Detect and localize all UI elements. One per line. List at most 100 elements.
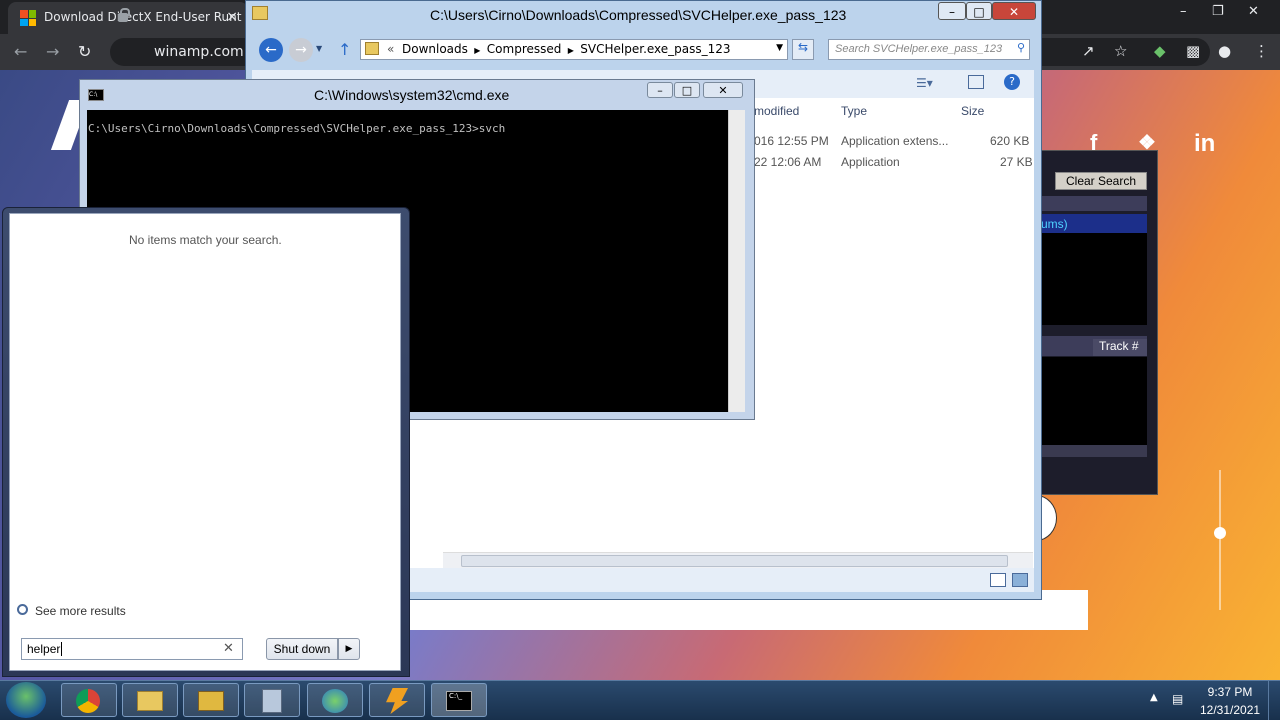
- puzzle-icon[interactable]: ▩: [1186, 42, 1200, 60]
- explorer-close-button[interactable]: ✕: [992, 2, 1036, 20]
- breadcrumb-item[interactable]: Downloads: [402, 42, 468, 56]
- refresh-icon[interactable]: ⇆: [792, 39, 814, 60]
- winamp-icon: [386, 688, 408, 714]
- track-column-header[interactable]: Track #: [1093, 339, 1147, 356]
- forward-arrow-icon[interactable]: →: [46, 42, 59, 61]
- winamp-selected-item[interactable]: ums): [1041, 214, 1147, 233]
- file-row-modified[interactable]: 22 12:06 AM: [754, 155, 821, 169]
- taskbar-chrome[interactable]: [61, 683, 117, 717]
- explorer-title: C:\Users\Cirno\Downloads\Compressed\SVCH…: [430, 7, 847, 23]
- cmd-restore-button[interactable]: □: [674, 82, 700, 98]
- site-slider-track: [1219, 470, 1221, 610]
- menu-kebab-icon[interactable]: ⋮: [1254, 42, 1269, 60]
- cmd-prompt-line: C:\Users\Cirno\Downloads\Compressed\SVCH…: [88, 122, 506, 135]
- search-icon[interactable]: ⚲: [1017, 41, 1025, 54]
- help-icon[interactable]: ?: [1004, 74, 1020, 90]
- taskbar-folder[interactable]: [122, 683, 178, 717]
- search-input[interactable]: Search SVCHelper.exe_pass_123 ⚲: [828, 39, 1030, 60]
- view-options-icon[interactable]: ☰▾: [916, 76, 933, 90]
- winamp-filter-bar: [1041, 196, 1147, 211]
- explorer-minimize-button[interactable]: –: [938, 2, 966, 20]
- no-results-message: No items match your search.: [129, 233, 282, 247]
- clear-search-button[interactable]: Clear Search: [1055, 172, 1147, 190]
- see-more-results-link[interactable]: See more results: [35, 604, 126, 618]
- start-menu-results-panel: [9, 213, 401, 671]
- recent-pages-chevron-icon[interactable]: ▼: [316, 44, 322, 53]
- file-row-modified[interactable]: 016 12:55 PM: [754, 134, 829, 148]
- cmd-icon: C:\_: [446, 691, 472, 711]
- cmd-scrollbar[interactable]: [728, 110, 745, 412]
- bookmark-star-icon[interactable]: ☆: [1114, 42, 1127, 60]
- winamp-track-list[interactable]: [1041, 357, 1147, 445]
- chrome-tab[interactable]: Download DirectX End-User Runt ×: [8, 2, 248, 34]
- show-desktop-button[interactable]: [1268, 681, 1280, 720]
- cmd-title: C:\Windows\system32\cmd.exe: [314, 87, 510, 103]
- file-row-size[interactable]: 620 KB: [990, 134, 1029, 148]
- back-arrow-icon[interactable]: ←: [14, 42, 27, 61]
- search-magnifier-icon: [17, 604, 28, 615]
- clock-date[interactable]: 12/31/2021: [1200, 703, 1260, 717]
- taskbar-idm[interactable]: [307, 683, 363, 717]
- large-icons-view-icon[interactable]: [1012, 573, 1028, 587]
- winamp-list[interactable]: [1041, 233, 1147, 325]
- up-arrow-icon[interactable]: ↑: [338, 40, 351, 59]
- shut-down-button[interactable]: Shut down: [266, 638, 338, 660]
- start-orb-icon[interactable]: [6, 682, 46, 718]
- breadcrumb-item[interactable]: Compressed: [487, 42, 562, 56]
- file-row-size[interactable]: 27 KB: [1000, 155, 1033, 169]
- chrome-maximize-button[interactable]: ❐: [1212, 4, 1224, 28]
- preview-pane-icon[interactable]: [968, 75, 984, 89]
- shutdown-options-arrow-icon[interactable]: ▶: [338, 638, 360, 660]
- site-slider-handle[interactable]: [1214, 527, 1226, 539]
- winamp-media-library: Clear Search ums) Track #: [1040, 150, 1158, 495]
- cmd-icon: C:\: [88, 89, 104, 101]
- column-type[interactable]: Type: [841, 104, 867, 118]
- clock-time[interactable]: 9:37 PM: [1200, 685, 1260, 699]
- chrome-icon: [76, 689, 100, 713]
- install-icon: [262, 689, 282, 713]
- details-view-icon[interactable]: [990, 573, 1006, 587]
- cmd-minimize-button[interactable]: –: [647, 82, 673, 98]
- address-breadcrumb[interactable]: « Downloads ▶ Compressed ▶ SVCHelper.exe…: [360, 39, 788, 60]
- folder-icon: [365, 42, 379, 55]
- scrollbar-thumb[interactable]: [461, 555, 1008, 567]
- column-date-modified[interactable]: modified: [754, 104, 799, 118]
- windows-logo-icon: [20, 10, 36, 26]
- winamp-column-header: Track #: [1041, 336, 1147, 356]
- tray-overflow-icon[interactable]: ▲: [1150, 692, 1158, 703]
- breadcrumb-item[interactable]: SVCHelper.exe_pass_123: [580, 42, 730, 56]
- taskbar-winamp[interactable]: [369, 683, 425, 717]
- horizontal-scrollbar[interactable]: [443, 552, 1033, 568]
- folder-icon: [252, 6, 268, 20]
- clear-search-icon[interactable]: ✕: [223, 641, 234, 656]
- start-search-input[interactable]: helper: [21, 638, 243, 660]
- folder-icon: [137, 691, 163, 711]
- start-search-value: helper: [27, 642, 61, 656]
- chrome-minimize-button[interactable]: –: [1180, 4, 1187, 28]
- profile-avatar-icon[interactable]: ●: [1218, 42, 1231, 60]
- file-row-type[interactable]: Application extens...: [841, 134, 948, 148]
- column-size[interactable]: Size: [961, 104, 984, 118]
- chrome-tab-title: Download DirectX End-User Runt: [44, 10, 242, 24]
- reload-icon[interactable]: ↻: [78, 42, 91, 61]
- share-icon[interactable]: ↗: [1082, 42, 1095, 60]
- forward-button[interactable]: →: [289, 38, 313, 62]
- back-button[interactable]: ←: [259, 38, 283, 62]
- taskbar-install[interactable]: [244, 683, 300, 717]
- explorer-maximize-button[interactable]: □: [966, 2, 992, 20]
- taskbar-explorer[interactable]: [183, 683, 239, 717]
- address-dropdown-icon[interactable]: ▼: [776, 43, 783, 53]
- taskbar-cmd[interactable]: C:\_: [431, 683, 487, 717]
- search-placeholder: Search SVCHelper.exe_pass_123: [835, 43, 1003, 55]
- linkedin-icon[interactable]: in: [1194, 130, 1215, 158]
- file-row-type[interactable]: Application: [841, 155, 900, 169]
- extension-icon[interactable]: ◆: [1154, 42, 1166, 60]
- lock-icon[interactable]: [118, 8, 130, 22]
- chrome-close-button[interactable]: ✕: [1248, 4, 1259, 28]
- cmd-close-button[interactable]: ✕: [703, 82, 743, 98]
- explorer-icon: [198, 691, 224, 711]
- url-text: winamp.com: [154, 44, 244, 60]
- network-icon[interactable]: ▤: [1172, 692, 1183, 706]
- winamp-scrollbar[interactable]: [1041, 445, 1147, 457]
- tab-close-icon[interactable]: ×: [226, 9, 238, 25]
